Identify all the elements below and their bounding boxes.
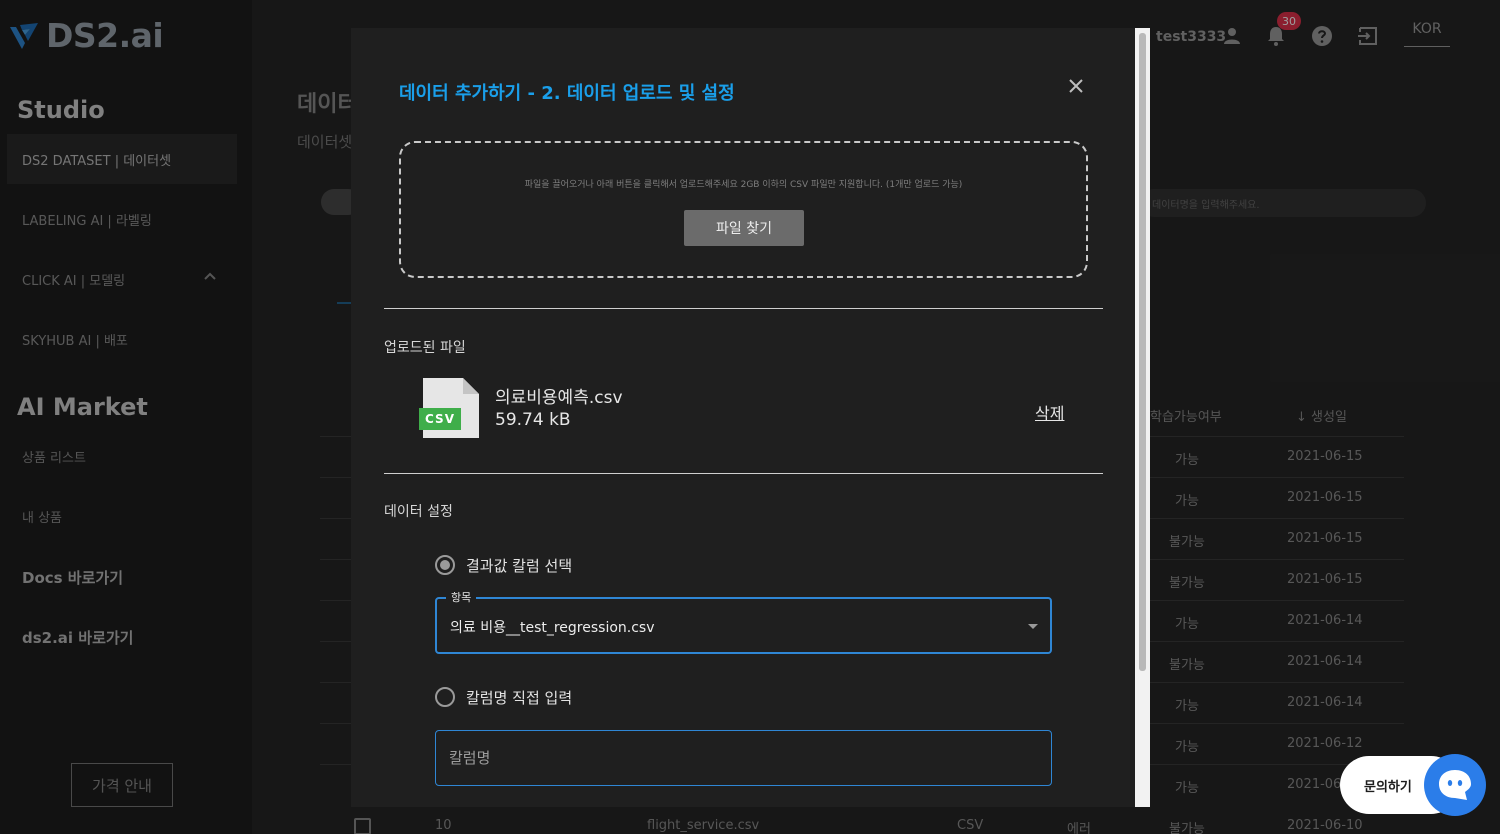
column-name-input[interactable]	[435, 730, 1052, 786]
modal-scrollbar[interactable]	[1135, 28, 1150, 807]
divider	[384, 308, 1103, 309]
dropzone-hint: 파일을 끌어오거나 아래 버튼을 클릭해서 업로드해주세요 2GB 이하의 CS…	[524, 180, 963, 190]
dropdown-arrow-icon[interactable]	[1028, 624, 1038, 629]
chat-icon	[1439, 770, 1471, 800]
data-settings-label: 데이터 설정	[384, 504, 453, 520]
delete-file-link[interactable]: 삭제	[1035, 400, 1064, 424]
modal-title: 데이터 추가하기 - 2. 데이터 업로드 및 설정	[399, 83, 735, 104]
divider	[384, 473, 1103, 474]
select-column-radio[interactable]	[435, 555, 455, 575]
uploaded-file-size: 59.74 kB	[495, 410, 571, 430]
add-data-modal: 데이터 추가하기 - 2. 데이터 업로드 및 설정 파일을 끌어오거나 아래 …	[351, 28, 1150, 807]
app-root: DS2.ai Studio DS2 DATASET | 데이터셋 LABELIN…	[0, 0, 1500, 834]
select-legend: 항목	[446, 589, 477, 605]
select-column-radio-label[interactable]: 결과값 칼럼 선택	[466, 555, 572, 576]
manual-column-radio-label[interactable]: 칼럼명 직접 입력	[466, 687, 572, 708]
file-dropzone[interactable]: 파일을 끌어오거나 아래 버튼을 클릭해서 업로드해주세요 2GB 이하의 CS…	[399, 141, 1088, 278]
select-value: 의료 비용__test_regression.csv	[450, 620, 655, 636]
chat-launcher-button[interactable]	[1424, 754, 1486, 816]
csv-file-icon	[419, 378, 479, 438]
manual-column-radio[interactable]	[435, 687, 455, 707]
scrollbar-thumb[interactable]	[1139, 33, 1146, 671]
find-file-button[interactable]: 파일 찾기	[684, 210, 804, 246]
uploaded-file-name: 의료비용예측.csv	[495, 388, 623, 408]
csv-file-badge: CSV	[425, 412, 455, 426]
uploaded-files-label: 업로드된 파일	[384, 340, 466, 356]
target-column-select[interactable]: 항목 의료 비용__test_regression.csv	[435, 589, 1052, 654]
close-icon[interactable]	[1067, 77, 1085, 95]
